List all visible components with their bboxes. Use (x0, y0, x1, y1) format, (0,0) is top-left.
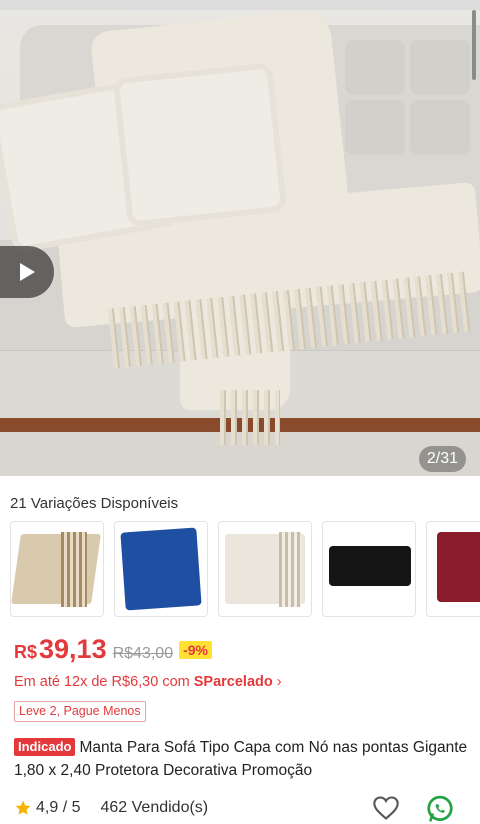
rating-row: 4,9 / 5 462 Vendido(s) (14, 796, 208, 820)
fringe-tail (220, 390, 280, 445)
variant-thumb-cream[interactable] (218, 521, 312, 617)
sofa-tuft (410, 40, 470, 95)
play-video-button[interactable] (0, 246, 54, 298)
sofa-tuft (345, 100, 405, 155)
chevron-right-icon: › (276, 674, 282, 690)
sold-count: 462 Vendido(s) (100, 799, 209, 816)
pillow-right (112, 62, 288, 228)
sofa-tuft (410, 100, 470, 155)
heart-icon[interactable] (372, 795, 400, 821)
variant-list (10, 521, 480, 619)
installment-provider: SParcelado (193, 674, 273, 690)
discount-badge: -9% (179, 641, 212, 659)
gallery-top-strip (0, 0, 480, 10)
fabric-swatch (329, 546, 411, 586)
promo-tag[interactable]: Leve 2, Pague Menos (14, 701, 146, 722)
whatsapp-icon[interactable] (425, 794, 455, 824)
product-title-text: Manta Para Sofá Tipo Capa com Nó nas pon… (14, 739, 468, 779)
installment-text: Em até 12x de R$6,30 com (14, 674, 190, 690)
price-current: 39,13 (39, 634, 107, 664)
sofa-tuft (345, 40, 405, 95)
variant-thumb-black[interactable] (322, 521, 416, 617)
fabric-swatch (11, 534, 101, 604)
product-title: Indicado Manta Para Sofá Tipo Capa com Nó… (14, 736, 474, 782)
variant-thumb-burgundy[interactable] (426, 521, 480, 617)
play-icon (20, 263, 35, 281)
variants-heading: 21 Variações Disponíveis (10, 495, 179, 512)
installment-link[interactable]: Em até 12x de R$6,30 com SParcelado › (14, 674, 282, 690)
fabric-fringe (279, 532, 301, 607)
star-icon (15, 800, 31, 815)
scrollbar-thumb[interactable] (472, 10, 476, 80)
variant-thumb-beige[interactable] (10, 521, 104, 617)
price-row: R$ 39,13 R$43,00 -9% (14, 634, 212, 668)
price-currency: R$ (14, 642, 38, 662)
fabric-fringe (61, 532, 87, 607)
image-page-indicator: 2/31 (418, 446, 466, 472)
fabric-swatch (437, 532, 480, 602)
variant-thumb-blue[interactable] (114, 521, 208, 617)
rating-value: 4,9 / 5 (36, 799, 81, 816)
fabric-swatch (120, 527, 202, 611)
recommended-badge: Indicado (14, 738, 76, 756)
product-image-gallery[interactable]: 2/31 (0, 0, 480, 476)
price-original: R$43,00 (112, 645, 174, 662)
